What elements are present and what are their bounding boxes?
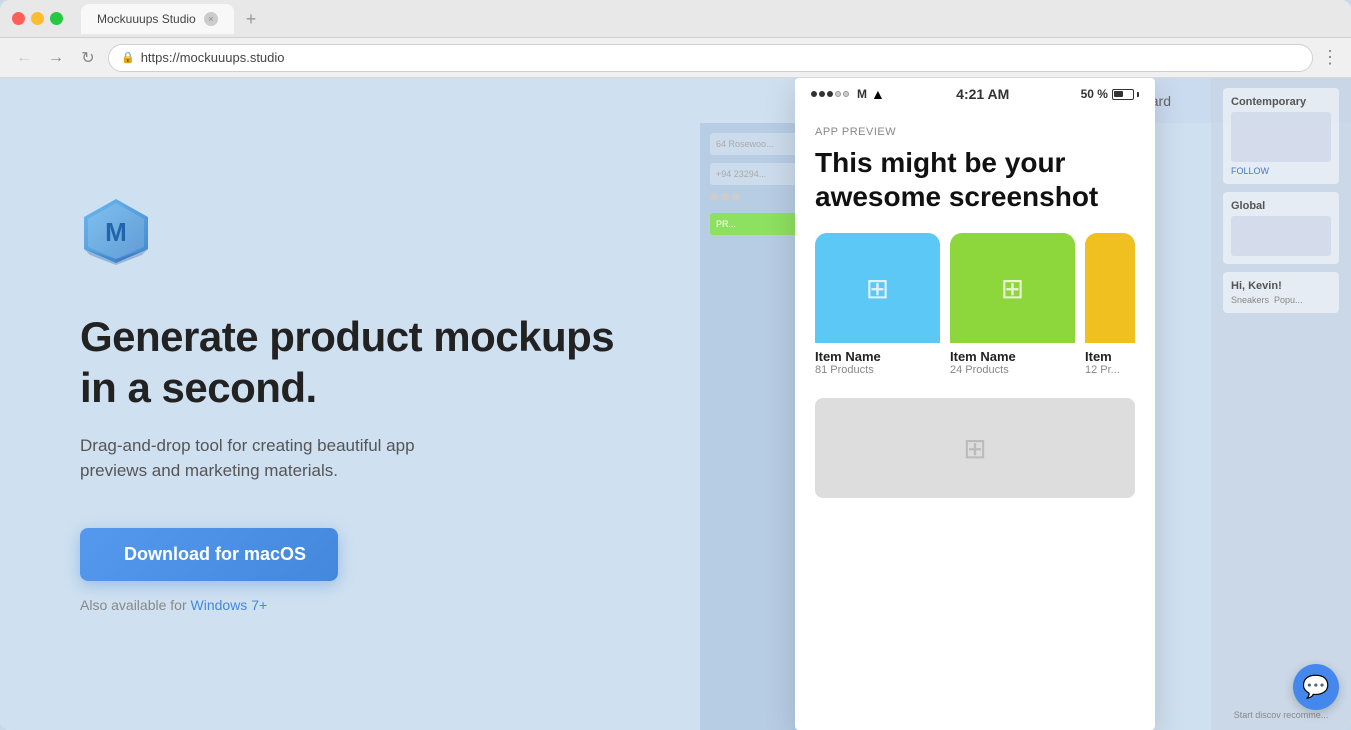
item-card-info-2: Item Name 24 Products <box>950 343 1075 382</box>
back-button[interactable]: ← <box>12 46 36 70</box>
item-card-info-3: Item 12 Pr... <box>1085 343 1135 382</box>
traffic-lights <box>12 12 63 25</box>
signal-dot-1 <box>811 91 817 97</box>
bottom-placeholder-icon: ⊞ <box>963 432 986 465</box>
refresh-button[interactable]: ↻ <box>76 46 100 70</box>
bg-right-content: Contemporary FOLLOW Global Hi, Kevin! Sn… <box>1211 78 1351 730</box>
image-placeholder-icon-2: ⊞ <box>1001 272 1024 305</box>
chat-bubble[interactable]: 💬 <box>1293 664 1339 710</box>
browser-menu-button[interactable]: ⋮ <box>1321 47 1339 68</box>
item-image-green: ⊞ <box>950 233 1075 343</box>
phone-status-bar: M ▲ 4:21 AM 50 % <box>795 78 1155 110</box>
battery-outline <box>1112 89 1134 100</box>
status-right: 50 % <box>1081 87 1139 101</box>
close-button[interactable] <box>12 12 25 25</box>
browser-tab[interactable]: Mockuuups Studio × <box>81 4 234 34</box>
battery-tip <box>1137 92 1139 97</box>
url-text: https://mockuuups.studio <box>141 50 1300 65</box>
hero-title: Generate product mockups in a second. <box>80 312 620 413</box>
item-count-3: 12 Pr... <box>1085 364 1135 376</box>
app-preview-title: This might be your awesome screenshot <box>815 146 1135 213</box>
signal-dot-2 <box>819 91 825 97</box>
image-placeholder-icon: ⊞ <box>866 272 889 305</box>
bg-item-hi-kevin: Hi, Kevin! Sneakers Popu... <box>1223 272 1339 313</box>
phone-content: APP PREVIEW This might be your awesome s… <box>795 110 1155 730</box>
tab-title: Mockuuups Studio <box>97 12 196 26</box>
signal-dots <box>811 91 849 97</box>
tab-close-icon[interactable]: × <box>204 12 218 26</box>
phone-mockup: M ▲ 4:21 AM 50 % <box>795 78 1155 730</box>
item-count: 81 Products <box>815 364 940 376</box>
app-logo: M <box>80 195 152 267</box>
bg-item-label-2: Global <box>1231 200 1331 212</box>
minimize-button[interactable] <box>31 12 44 25</box>
item-name-2: Item Name <box>950 349 1075 364</box>
download-label: Download for macOS <box>124 544 306 565</box>
page-content: M Generate product mockups in a second. … <box>0 78 1351 730</box>
browser-window: Mockuuups Studio × + ← → ↻ 🔒 https://moc… <box>0 0 1351 730</box>
svg-text:M: M <box>105 217 127 247</box>
bg-item-label-3: Hi, Kevin! <box>1231 280 1331 292</box>
items-grid: ⊞ Item Name 81 Products ⊞ <box>815 233 1135 382</box>
item-image-yellow <box>1085 233 1135 343</box>
item-name-3: Item <box>1085 349 1135 364</box>
signal-dot-3 <box>827 91 833 97</box>
address-bar[interactable]: 🔒 https://mockuuups.studio <box>108 44 1313 72</box>
battery-percentage: 50 % <box>1081 87 1108 101</box>
forward-button[interactable]: → <box>44 46 68 70</box>
browser-titlebar: Mockuuups Studio × + <box>0 0 1351 38</box>
bg-item-label: Contemporary <box>1231 96 1331 108</box>
bg-item-contemporary: Contemporary FOLLOW <box>1223 88 1339 184</box>
also-available-text: Also available for Windows 7+ <box>80 597 620 613</box>
item-name: Item Name <box>815 349 940 364</box>
bg-item-global: Global <box>1223 192 1339 264</box>
carrier-name: M <box>857 87 867 101</box>
signal-dot-4 <box>835 91 841 97</box>
app-preview-label: APP PREVIEW <box>815 126 1135 138</box>
bg-cta-text: Start discov recomme... <box>1223 710 1339 720</box>
list-item: ⊞ Item Name 81 Products <box>815 233 940 382</box>
browser-toolbar: ← → ↻ 🔒 https://mockuuups.studio ⋮ <box>0 38 1351 78</box>
battery-icon <box>1112 89 1139 100</box>
maximize-button[interactable] <box>50 12 63 25</box>
bottom-section: ⊞ <box>815 398 1135 498</box>
item-card-info: Item Name 81 Products <box>815 343 940 382</box>
download-macos-button[interactable]: Download for macOS <box>80 528 338 581</box>
signal-dot-5 <box>843 91 849 97</box>
hero-subtitle: Drag-and-drop tool for creating beautifu… <box>80 433 420 484</box>
status-time: 4:21 AM <box>956 86 1009 102</box>
list-item: ⊞ Item Name 24 Products <box>950 233 1075 382</box>
item-image-blue: ⊞ <box>815 233 940 343</box>
hero-section: M Generate product mockups in a second. … <box>0 78 700 730</box>
item-count-2: 24 Products <box>950 364 1075 376</box>
chat-icon: 💬 <box>1302 674 1329 700</box>
battery-fill <box>1114 91 1123 97</box>
list-item: Item 12 Pr... <box>1085 233 1135 382</box>
logo-container: M <box>80 195 620 272</box>
new-tab-button[interactable]: + <box>246 10 257 28</box>
wifi-icon: ▲ <box>871 86 885 102</box>
windows-link[interactable]: Windows 7+ <box>191 597 268 613</box>
preview-section: Leaderboard 64 Rosewoo... +94 23294... P… <box>700 78 1351 730</box>
lock-icon: 🔒 <box>121 51 135 64</box>
status-left: M ▲ <box>811 86 885 102</box>
bg-right-panel: Contemporary FOLLOW Global Hi, Kevin! Sn… <box>1211 78 1351 730</box>
